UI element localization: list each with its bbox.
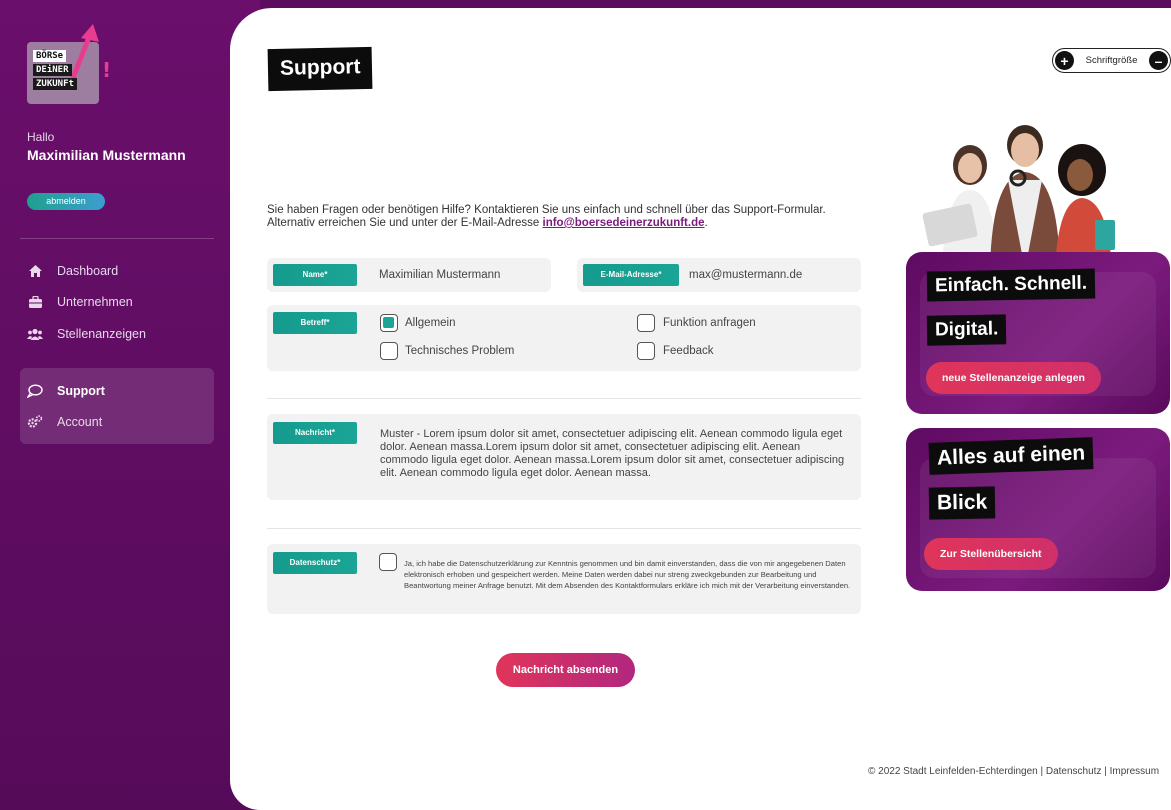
email-field[interactable]: E-Mail-Adresse* max@mustermann.de xyxy=(577,258,861,292)
subject-group: Betreff* Allgemein Technisches Problem F… xyxy=(267,305,861,371)
footer-copyright: © 2022 Stadt Leinfelden-Echterdingen xyxy=(868,766,1038,777)
privacy-label: Datenschutz* xyxy=(273,552,357,574)
main-content: Support + Schriftgröße – Sie haben Frage… xyxy=(230,8,1171,810)
message-value: Muster - Lorem ipsum dolor sit amet, con… xyxy=(380,428,845,479)
subject-checkbox-technisches-problem[interactable] xyxy=(380,342,398,360)
subject-option-label: Funktion anfragen xyxy=(663,317,756,329)
logo-exclamation: ! xyxy=(102,58,112,82)
sidebar-item-account[interactable]: Account xyxy=(27,411,102,433)
promo-card-overview: Alles auf einen Blick Zur Stellenübersic… xyxy=(906,428,1170,591)
gears-icon xyxy=(27,414,43,430)
user-name: Maximilian Mustermann xyxy=(27,147,186,163)
subject-option-label: Feedback xyxy=(663,345,714,357)
sidebar-item-support[interactable]: Support xyxy=(27,380,105,402)
sidebar-item-label: Support xyxy=(57,384,105,398)
font-size-label: Schriftgröße xyxy=(1085,55,1138,66)
font-increase-button[interactable]: + xyxy=(1055,51,1074,70)
footer: © 2022 Stadt Leinfelden-Echterdingen | D… xyxy=(868,766,1160,777)
sidebar-item-dashboard[interactable]: Dashboard xyxy=(27,260,118,282)
chat-bubble-icon xyxy=(27,383,43,399)
footer-imprint-link[interactable]: Impressum xyxy=(1110,766,1159,777)
logo-text-2: DEiNER xyxy=(33,64,72,76)
sidebar-divider xyxy=(20,238,214,239)
subject-checkbox-funktion-anfragen[interactable] xyxy=(637,314,655,332)
logo-arrow-icon xyxy=(70,24,99,79)
name-field[interactable]: Name* Maximilian Mustermann xyxy=(267,258,551,292)
privacy-checkbox[interactable] xyxy=(379,553,397,571)
promo-card-headline-2: Blick xyxy=(928,486,996,520)
sidebar-item-label: Stellenanzeigen xyxy=(57,327,146,341)
page-title: Support xyxy=(267,46,373,92)
promo-card-headline-1: Alles auf einen xyxy=(928,437,1094,475)
logo-text-3: ZUKUNFt xyxy=(33,78,77,90)
subject-label: Betreff* xyxy=(273,312,357,334)
email-value: max@mustermann.de xyxy=(689,269,803,281)
home-icon xyxy=(27,263,43,279)
sidebar-item-label: Unternehmen xyxy=(57,295,133,309)
sidebar-item-unternehmen[interactable]: Unternehmen xyxy=(27,291,133,313)
form-divider xyxy=(267,528,861,529)
briefcase-icon xyxy=(27,294,43,310)
privacy-text: Ja, ich habe die Datenschutzerklärung zu… xyxy=(404,559,851,590)
font-size-control: + Schriftgröße – xyxy=(1052,48,1171,73)
support-email-link[interactable]: info@boersedeinerzukunft.de xyxy=(543,217,705,229)
logo[interactable]: BÖRSe DEiNER ZUKUNFt xyxy=(27,24,99,104)
new-listing-button[interactable]: neue Stellenanzeige anlegen xyxy=(926,362,1101,394)
sidebar-item-label: Dashboard xyxy=(57,264,119,278)
logo-text-1: BÖRSe xyxy=(33,50,67,62)
subject-option-label: Allgemein xyxy=(405,317,456,329)
form-divider xyxy=(267,398,861,399)
sidebar-item-stellenanzeigen[interactable]: Stellenanzeigen xyxy=(27,323,146,345)
footer-privacy-link[interactable]: Datenschutz xyxy=(1046,766,1102,777)
send-message-button[interactable]: Nachricht absenden xyxy=(496,653,635,687)
email-label: E-Mail-Adresse* xyxy=(583,264,679,286)
promo-card-headline-1: Einfach. Schnell. xyxy=(926,268,1096,302)
message-label: Nachricht* xyxy=(273,422,357,444)
listing-overview-button[interactable]: Zur Stellenübersicht xyxy=(924,538,1058,570)
subject-checkbox-feedback[interactable] xyxy=(637,342,655,360)
subject-checkbox-allgemein[interactable] xyxy=(380,314,398,332)
intro-text: Sie haben Fragen oder benötigen Hilfe? K… xyxy=(267,204,867,230)
users-icon xyxy=(27,326,43,342)
name-label: Name* xyxy=(273,264,357,286)
sidebar: BÖRSe DEiNER ZUKUNFt ! Hallo Maximilian … xyxy=(0,0,260,810)
name-value: Maximilian Mustermann xyxy=(379,269,501,281)
sidebar-item-label: Account xyxy=(57,415,103,429)
students-illustration xyxy=(922,125,1115,270)
promo-card-new-listing: Einfach. Schnell. Digital. neue Stellena… xyxy=(906,252,1170,414)
promo-card-headline-2: Digital. xyxy=(926,314,1007,346)
font-decrease-button[interactable]: – xyxy=(1149,51,1168,70)
greeting: Hallo xyxy=(27,130,55,144)
logout-button[interactable]: abmelden xyxy=(27,193,105,210)
intro-end: . xyxy=(704,217,708,229)
subject-option-label: Technisches Problem xyxy=(405,345,515,357)
